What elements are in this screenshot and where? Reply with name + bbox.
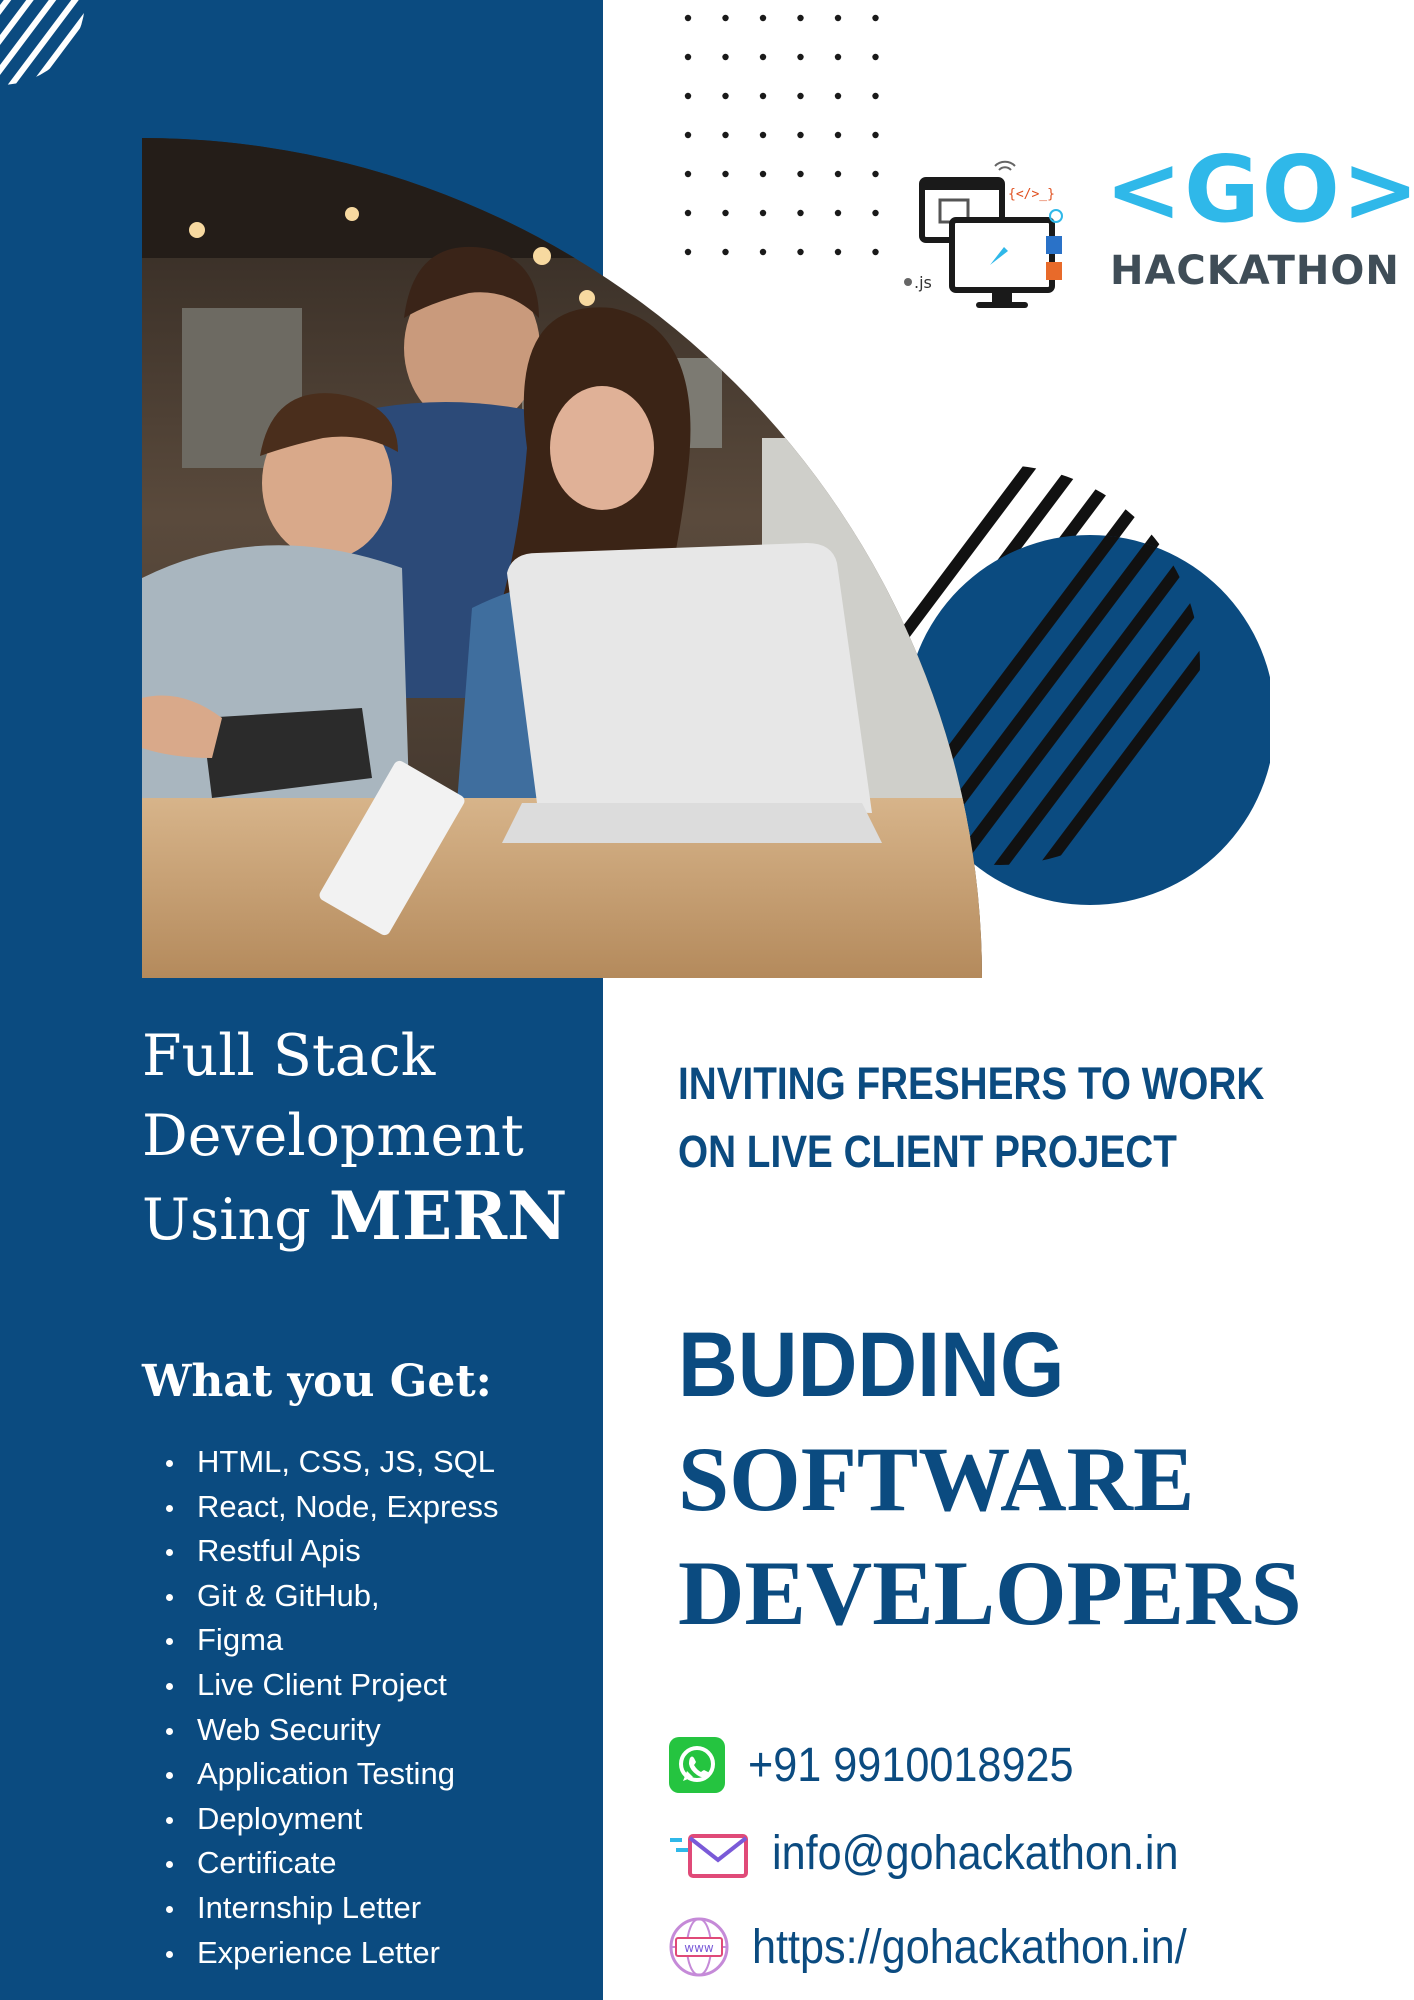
course-title-line3: Using MERN xyxy=(142,1176,582,1260)
list-item: Live Client Project xyxy=(160,1663,499,1708)
list-item: HTML, CSS, JS, SQL xyxy=(160,1440,499,1485)
benefits-list: HTML, CSS, JS, SQL React, Node, Express … xyxy=(160,1440,499,1975)
list-item: React, Node, Express xyxy=(160,1485,499,1530)
headline-line1: BUDDING xyxy=(678,1314,1065,1416)
decor-dot xyxy=(759,14,767,22)
logo-wordmark: <GO> xyxy=(1105,136,1414,243)
list-item: Web Security xyxy=(160,1708,499,1753)
mail-icon xyxy=(670,1833,748,1878)
decor-dot xyxy=(834,14,842,22)
decor-dot xyxy=(834,53,842,61)
decor-dot xyxy=(872,92,879,100)
decor-dot xyxy=(722,14,729,22)
list-item: Certificate xyxy=(160,1841,499,1886)
list-item: Internship Letter xyxy=(160,1886,499,1931)
decor-dot xyxy=(834,92,842,100)
svg-text:{</>_}: {</>_} xyxy=(1008,187,1055,202)
svg-text:www: www xyxy=(684,1941,714,1955)
headline-line3: DEVELOPERS xyxy=(678,1542,1302,1644)
website-url: https://gohackathon.in/ xyxy=(752,1920,1187,1974)
invite-line2: ON LIVE CLIENT PROJECT xyxy=(678,1126,1177,1177)
list-item: Application Testing xyxy=(160,1752,499,1797)
decor-dot xyxy=(872,14,879,22)
email-address: info@gohackathon.in xyxy=(772,1827,1179,1880)
decor-dot xyxy=(684,53,692,61)
striped-corner-decoration xyxy=(0,0,85,85)
decor-dot xyxy=(872,53,879,61)
list-item: Git & GitHub, xyxy=(160,1574,499,1619)
decor-dot xyxy=(797,92,804,100)
decor-dot xyxy=(759,53,767,61)
decor-dot xyxy=(722,92,729,100)
list-item: Experience Letter xyxy=(160,1931,499,1976)
logo-subtitle: HACKATHON xyxy=(1110,248,1400,294)
course-title-line2: Development xyxy=(142,1103,524,1169)
contact-email[interactable]: info@gohackathon.in xyxy=(668,1826,1224,1881)
benefits-heading: What you Get: xyxy=(142,1356,492,1407)
decor-dot xyxy=(684,92,692,100)
list-item: Restful Apis xyxy=(160,1529,499,1574)
decor-dot xyxy=(797,53,804,61)
headline-line2: SOFTWARE xyxy=(678,1428,1195,1530)
decor-dot xyxy=(684,14,692,22)
decor-dot xyxy=(797,14,804,22)
contact-phone[interactable]: +91 9910018925 xyxy=(668,1736,1110,1794)
course-title-mern: MERN xyxy=(328,1177,568,1255)
contact-website[interactable]: www https://gohackathon.in/ xyxy=(668,1916,1235,1978)
list-item: Deployment xyxy=(160,1797,499,1842)
students-laptop-photo xyxy=(142,138,982,978)
whatsapp-icon xyxy=(669,1737,725,1793)
course-title-prefix: Using xyxy=(142,1187,311,1253)
course-title: Full Stack Development Using MERN xyxy=(142,1016,582,1260)
decor-dot xyxy=(759,92,767,100)
globe-www-icon: www xyxy=(669,1917,729,1977)
invite-heading: INVITING FRESHERS TO WORK ON LIVE CLIENT… xyxy=(678,1050,1271,1186)
main-headline: BUDDING SOFTWARE DEVELOPERS xyxy=(678,1308,1302,1650)
list-item: Figma xyxy=(160,1618,499,1663)
phone-number: +91 9910018925 xyxy=(748,1738,1074,1792)
decor-dot xyxy=(722,53,729,61)
course-title-line1: Full Stack xyxy=(142,1023,436,1089)
invite-line1: INVITING FRESHERS TO WORK xyxy=(678,1058,1265,1109)
